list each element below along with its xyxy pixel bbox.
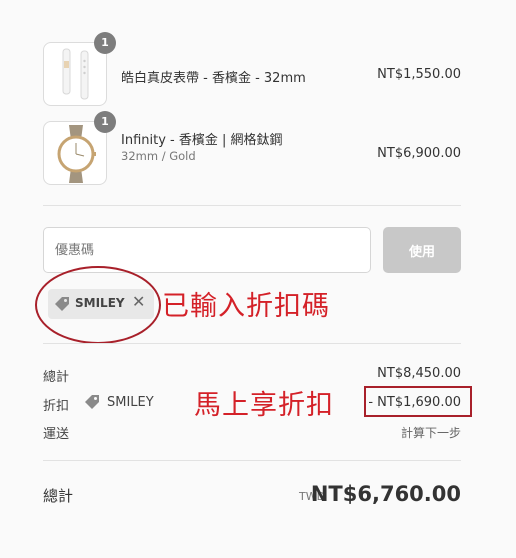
divider	[43, 343, 461, 344]
product-variant: 32mm / Gold	[121, 149, 196, 163]
subtotal-label: 總計	[43, 370, 70, 385]
annotation-discount-applied: 馬上享折扣	[194, 390, 334, 421]
annotation-code-entered: 已輸入折扣碼	[162, 291, 330, 322]
cart-item: 1 皓白真皮表帶 - 香檳金 - 32mm NT$1,550.00	[43, 32, 461, 106]
subtotal-value: NT$8,450.00	[377, 366, 461, 381]
quantity-badge: 1	[94, 111, 116, 133]
annotation-circle	[35, 266, 161, 344]
product-name: Infinity - 香檳金 | 網格鈦鋼	[121, 133, 283, 148]
watch-icon	[57, 125, 96, 183]
discount-label: 折扣	[43, 399, 70, 414]
product-name: 皓白真皮表帶 - 香檳金 - 32mm	[121, 71, 306, 86]
product-price: NT$1,550.00	[377, 67, 461, 82]
total-label: 總計	[43, 487, 74, 505]
grand-total: NT$6,760.00	[310, 482, 461, 506]
shipping-value: 計算下一步	[400, 426, 461, 440]
watch-strap-icon	[62, 48, 89, 100]
discount-value: - NT$1,690.00	[368, 395, 461, 410]
shipping-label: 運送	[43, 427, 70, 442]
product-price: NT$6,900.00	[377, 146, 461, 161]
quantity-badge: 1	[94, 32, 116, 54]
divider	[43, 205, 461, 206]
divider	[43, 460, 461, 461]
apply-coupon-button[interactable]: 使用	[383, 227, 461, 273]
tag-icon	[85, 395, 99, 409]
cart-item: 1 Infinity - 香檳金 | 網格鈦鋼 32mm / Gold NT$6…	[43, 111, 461, 185]
discount-code: SMILEY	[107, 395, 154, 410]
